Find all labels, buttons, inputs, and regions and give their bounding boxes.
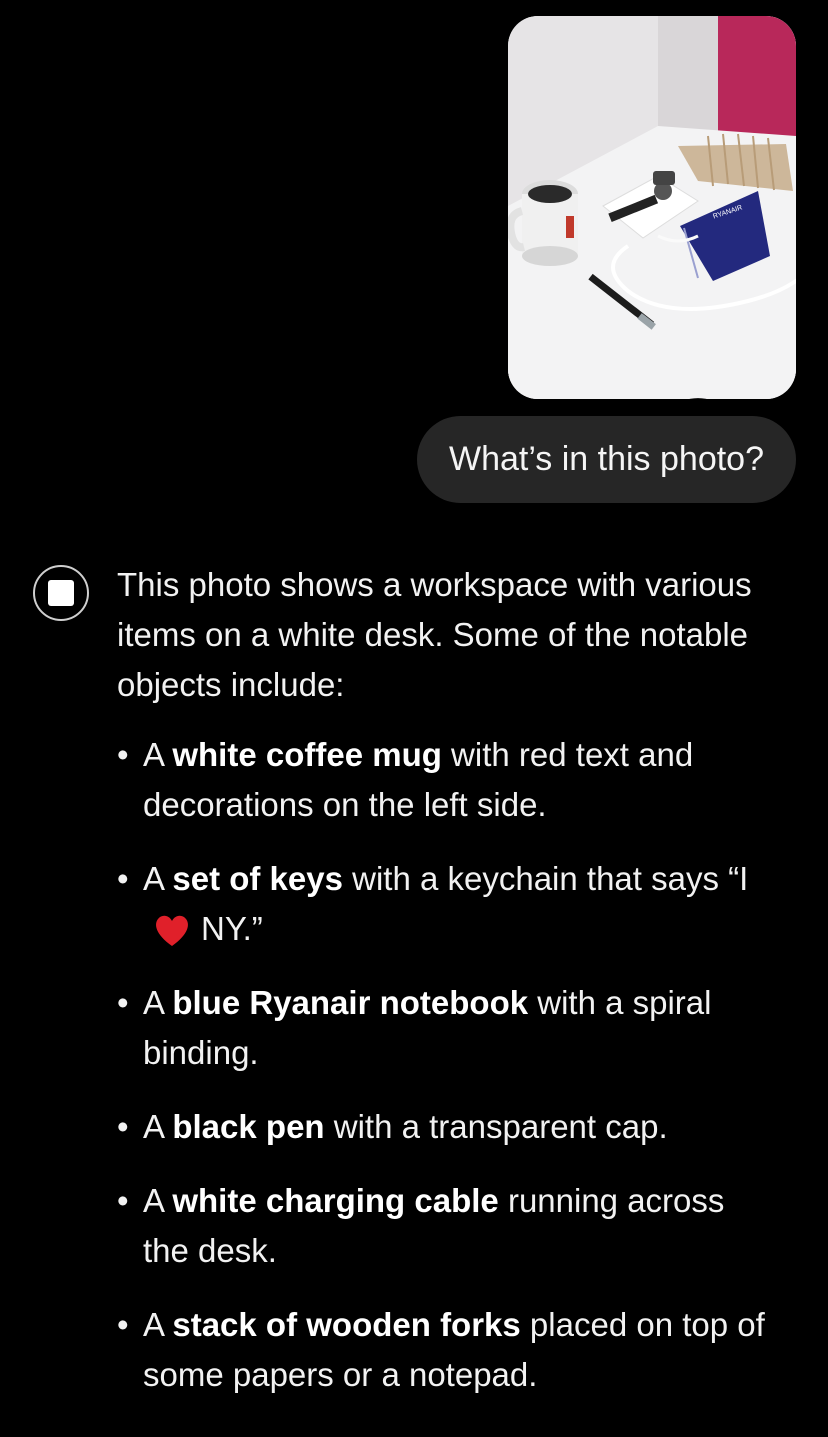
bullet-icon: • xyxy=(117,1108,129,1145)
list-item: • A stack of wooden forks placed on top … xyxy=(117,1300,777,1400)
list-item: • A white charging cable running across … xyxy=(117,1176,777,1276)
assistant-avatar xyxy=(33,565,89,621)
heart-icon xyxy=(156,915,188,946)
list-item: • A black pen with a transparent cap. xyxy=(117,1102,777,1152)
attached-photo[interactable]: RYANAIR xyxy=(508,16,796,399)
object-list: • A white coffee mug with red text and d… xyxy=(117,730,777,1400)
bullet-icon: • xyxy=(117,1306,129,1343)
assistant-message: This photo shows a workspace with variou… xyxy=(117,560,777,1424)
user-message-text: What’s in this photo? xyxy=(449,440,764,478)
desk-photo-image: RYANAIR xyxy=(508,16,796,399)
bullet-icon: • xyxy=(117,860,129,897)
list-item: • A blue Ryanair notebook with a spiral … xyxy=(117,978,777,1078)
bullet-icon: • xyxy=(117,984,129,1021)
assistant-intro: This photo shows a workspace with variou… xyxy=(117,566,752,703)
chat-screen: RYANAIR What’s in this photo? This photo… xyxy=(0,0,828,1437)
bullet-icon: • xyxy=(117,736,129,773)
list-item: • A white coffee mug with red text and d… xyxy=(117,730,777,830)
square-icon xyxy=(48,580,74,606)
user-message-bubble: What’s in this photo? xyxy=(417,416,796,503)
bullet-icon: • xyxy=(117,1182,129,1219)
list-item: • A set of keys with a keychain that say… xyxy=(117,854,777,954)
